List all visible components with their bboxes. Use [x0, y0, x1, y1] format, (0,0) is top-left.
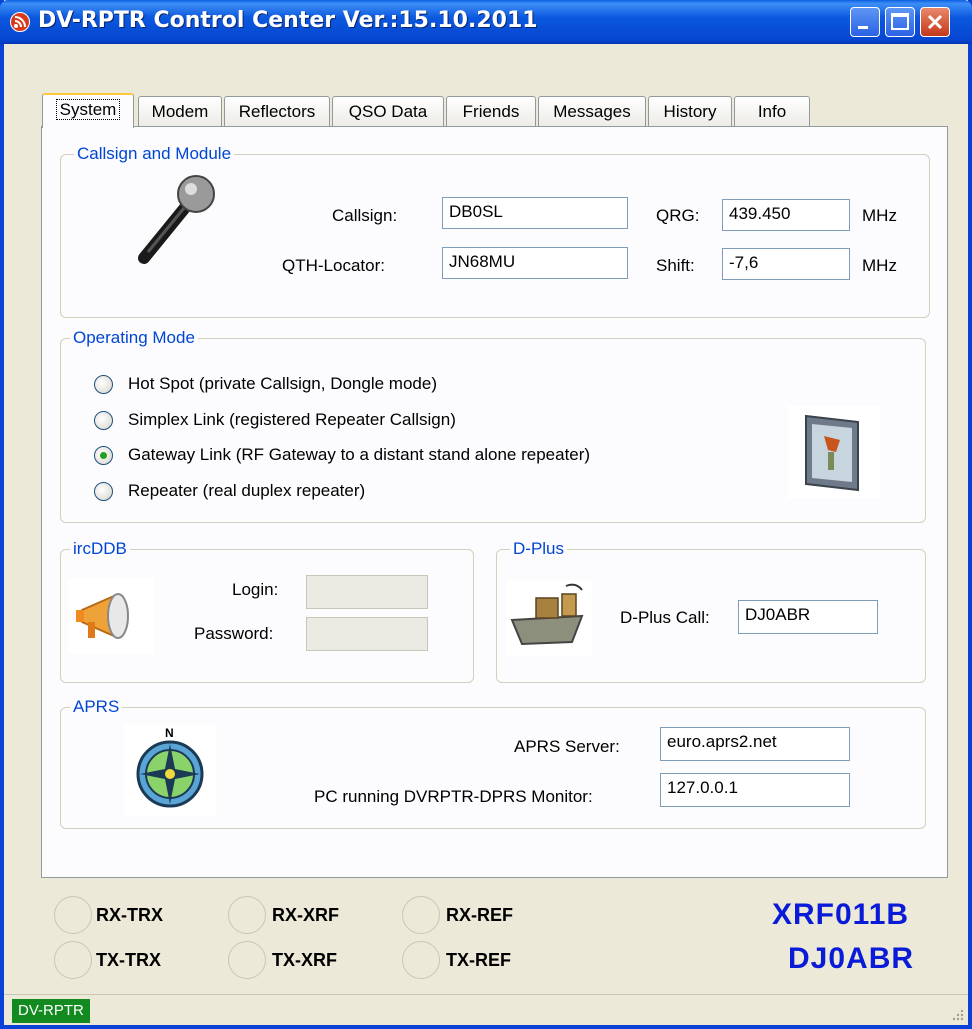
linked-reflector: XRF011B	[772, 898, 910, 931]
tx-trx-led	[54, 941, 92, 979]
tab-info[interactable]: Info	[734, 96, 810, 127]
tab-modem[interactable]: Modem	[138, 96, 222, 127]
minimize-button[interactable]	[850, 7, 880, 37]
close-button[interactable]	[920, 7, 950, 37]
title-bar[interactable]: DV-RPTR Control Center Ver.:15.10.2011	[0, 0, 972, 44]
ircddb-legend: ircDDB	[70, 539, 130, 559]
tx-ref-label: TX-REF	[446, 950, 511, 970]
microphone-icon	[138, 175, 215, 264]
shift-input[interactable]: -7,6	[722, 248, 850, 280]
tab-reflectors[interactable]: Reflectors	[224, 96, 330, 127]
main-window: DV-RPTR Control Center Ver.:15.10.2011 S…	[0, 0, 972, 1029]
shift-unit: MHz	[862, 256, 897, 275]
resize-grip-icon[interactable]	[950, 1007, 964, 1021]
dplus-call-label: D-Plus Call:	[620, 608, 710, 627]
compass-icon: N	[124, 724, 216, 816]
rx-ref-led	[402, 896, 440, 934]
radio-repeater[interactable]	[94, 482, 113, 501]
callsign-label: Callsign:	[332, 206, 398, 225]
ship-icon	[506, 580, 592, 656]
status-bar: DV-RPTR	[4, 994, 968, 1025]
aprs-legend: APRS	[70, 697, 123, 717]
maximize-icon	[891, 13, 909, 30]
qrg-input[interactable]: 439.450	[722, 199, 850, 231]
minimize-icon	[858, 26, 868, 29]
qth-locator-input[interactable]: JN68MU	[442, 247, 628, 279]
radio-gateway-link[interactable]	[94, 446, 113, 465]
own-callsign: DJ0ABR	[788, 942, 915, 975]
password-input[interactable]	[306, 617, 428, 651]
login-input[interactable]	[306, 575, 428, 609]
tx-xrf-led	[228, 941, 266, 979]
radio-gateway-link-label[interactable]: Gateway Link (RF Gateway to a distant st…	[128, 445, 590, 465]
radio-simplex-link-label[interactable]: Simplex Link (registered Repeater Callsi…	[128, 410, 456, 430]
rx-xrf-led	[228, 896, 266, 934]
rx-xrf-label: RX-XRF	[272, 905, 339, 925]
svg-text:N: N	[165, 726, 174, 740]
callsign-module-legend: Callsign and Module	[74, 144, 235, 164]
maximize-button[interactable]	[885, 7, 915, 37]
repeater-device-icon	[788, 406, 880, 498]
tab-qso-data[interactable]: QSO Data	[332, 96, 444, 127]
callsign-input[interactable]: DB0SL	[442, 197, 628, 229]
shift-label: Shift:	[656, 256, 695, 275]
operating-mode-legend: Operating Mode	[70, 328, 198, 348]
tx-ref-led	[402, 941, 440, 979]
rx-trx-led	[54, 896, 92, 934]
dprs-monitor-input[interactable]: 127.0.0.1	[660, 773, 850, 807]
close-icon	[927, 14, 943, 30]
radio-hot-spot[interactable]	[94, 375, 113, 394]
tab-system[interactable]: System	[42, 93, 134, 128]
password-label: Password:	[194, 624, 274, 643]
tx-trx-label: TX-TRX	[96, 950, 161, 970]
rx-ref-label: RX-REF	[446, 905, 513, 925]
radio-repeater-label[interactable]: Repeater (real duplex repeater)	[128, 481, 365, 501]
login-label: Login:	[232, 580, 279, 599]
app-icon[interactable]	[10, 12, 30, 32]
window-title: DV-RPTR Control Center Ver.:15.10.2011	[38, 8, 538, 33]
radio-hot-spot-label[interactable]: Hot Spot (private Callsign, Dongle mode)	[128, 374, 437, 394]
dplus-legend: D-Plus	[510, 539, 568, 559]
tab-label: System	[55, 99, 121, 120]
qrg-unit: MHz	[862, 206, 897, 225]
qrg-label: QRG:	[656, 206, 700, 225]
tab-messages[interactable]: Messages	[538, 96, 646, 127]
tab-history[interactable]: History	[648, 96, 732, 127]
dprs-monitor-label: PC running DVRPTR-DPRS Monitor:	[314, 787, 593, 806]
qth-locator-label: QTH-Locator:	[282, 256, 385, 275]
status-panel: DV-RPTR	[12, 999, 90, 1023]
aprs-server-input[interactable]: euro.aprs2.net	[660, 727, 850, 761]
rx-trx-label: RX-TRX	[96, 905, 163, 925]
dplus-call-input[interactable]: DJ0ABR	[738, 600, 878, 634]
radio-simplex-link[interactable]	[94, 411, 113, 430]
tx-xrf-label: TX-XRF	[272, 950, 337, 970]
megaphone-icon	[68, 578, 154, 654]
aprs-server-label: APRS Server:	[514, 737, 620, 756]
tab-friends[interactable]: Friends	[446, 96, 536, 127]
